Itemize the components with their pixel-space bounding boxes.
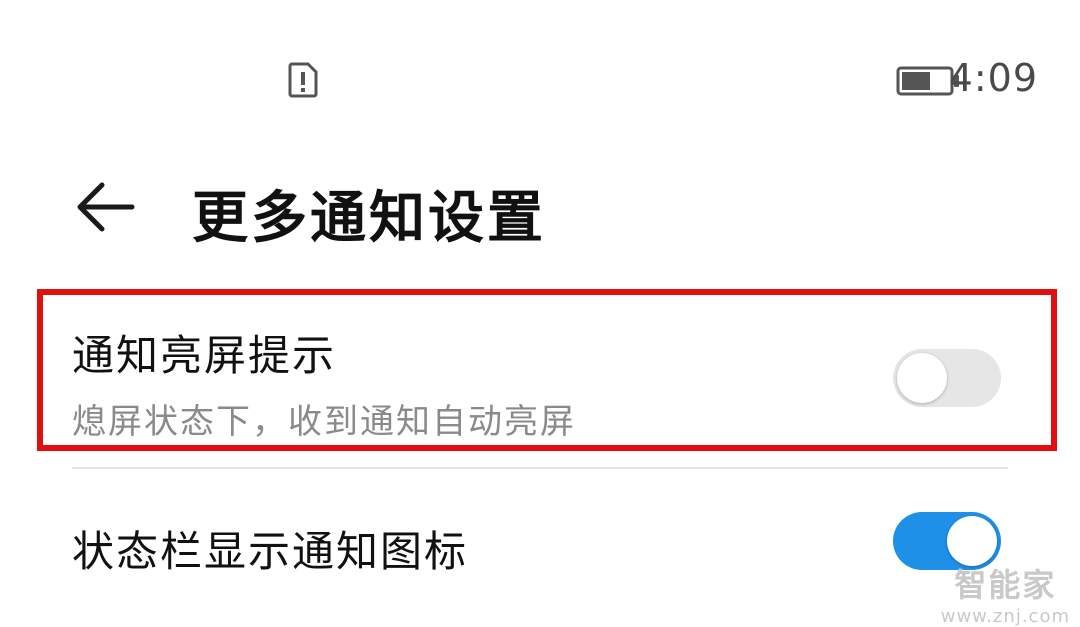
setting-notification-wake-screen[interactable]: 通知亮屏提示 熄屏状态下，收到通知自动亮屏 (0, 300, 1080, 450)
setting-statusbar-notification-icons[interactable]: 状态栏显示通知图标 (0, 478, 1080, 608)
wake-screen-toggle[interactable] (893, 349, 1001, 407)
toggle-knob (947, 516, 997, 566)
status-time: 4:09 (948, 56, 1038, 100)
screen: 4:09 更多通知设置 通知亮屏提示 熄屏状态下，收到通知自动亮屏 状态栏显示通… (0, 0, 1080, 627)
watermark-text: 智能家 (954, 566, 1057, 604)
setting-title: 状态栏显示通知图标 (72, 527, 469, 576)
watermark-url: www.znj.com (940, 606, 1070, 627)
watermark: 智能家 www.znj.com (941, 560, 1070, 627)
sim-alert-icon (288, 62, 318, 98)
divider (72, 467, 1008, 469)
app-header: 更多通知设置 (0, 165, 1080, 255)
page-title: 更多通知设置 (192, 186, 546, 251)
toggle-knob (897, 353, 947, 403)
setting-description: 熄屏状态下，收到通知自动亮屏 (72, 402, 576, 442)
back-arrow-icon[interactable] (70, 177, 140, 237)
setting-title: 通知亮屏提示 (72, 331, 337, 380)
status-bar: 4:09 (0, 0, 1080, 140)
